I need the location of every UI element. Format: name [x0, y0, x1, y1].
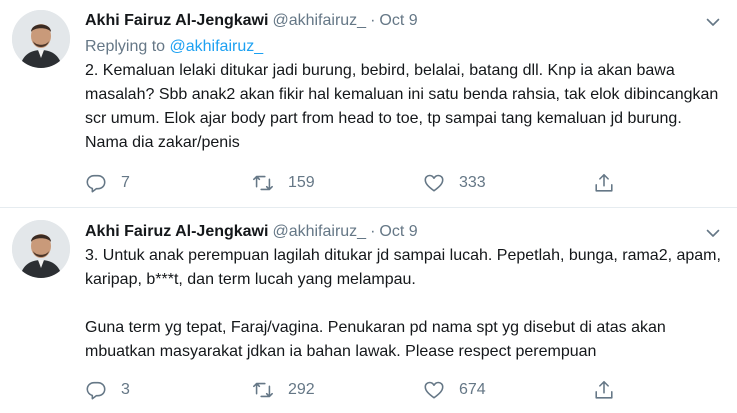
avatar[interactable] — [12, 10, 70, 68]
like-count: 674 — [459, 381, 486, 398]
retweet-button[interactable]: 292 — [252, 378, 315, 402]
tweet-header: Akhi Fairuz Al-Jengkawi @akhifairuz_ · Oct … — [85, 10, 723, 32]
tweet-date[interactable]: Oct 9 — [379, 12, 417, 29]
separator-dot: · — [370, 223, 376, 240]
tweet[interactable]: Akhi Fairuz Al-Jengkawi @akhifairuz_ · Oct … — [0, 0, 737, 208]
user-handle[interactable]: @akhifairuz_ — [272, 223, 366, 240]
retweet-icon — [253, 175, 273, 191]
user-handle[interactable]: @akhifairuz_ — [272, 12, 366, 29]
share-button[interactable] — [593, 171, 615, 195]
like-button[interactable]: 674 — [423, 378, 486, 402]
replying-to-label: Replying to — [85, 38, 170, 55]
reply-button[interactable]: 3 — [85, 378, 130, 402]
tweet-content: Akhi Fairuz Al-Jengkawi @akhifairuz_ · Oct … — [85, 10, 723, 155]
tweet-text: 3. Untuk anak perempuan lagilah ditukar … — [85, 247, 721, 360]
heart-icon — [424, 381, 444, 399]
reply-count: 7 — [121, 174, 130, 191]
chevron-down-icon[interactable] — [705, 14, 721, 30]
reply-count: 3 — [121, 381, 130, 398]
display-name[interactable]: Akhi Fairuz Al-Jengkawi — [85, 12, 268, 29]
share-button[interactable] — [593, 378, 615, 402]
retweet-icon — [253, 382, 273, 398]
share-icon — [595, 380, 613, 399]
reply-button[interactable]: 7 — [85, 171, 130, 195]
tweet-actions: 3 292 674 — [85, 378, 625, 402]
reply-icon — [86, 381, 106, 400]
tweet-thread: Akhi Fairuz Al-Jengkawi @akhifairuz_ · Oct … — [0, 0, 737, 413]
reply-mention-link[interactable]: @akhifairuz_ — [170, 38, 264, 55]
retweet-button[interactable]: 159 — [252, 171, 315, 195]
reply-icon — [86, 174, 106, 193]
share-icon — [595, 173, 613, 192]
retweet-count: 159 — [288, 174, 315, 191]
chevron-down-icon[interactable] — [705, 225, 721, 241]
tweet-text: 2. Kemaluan lelaki ditukar jadi burung, … — [85, 62, 723, 151]
tweet-header: Akhi Fairuz Al-Jengkawi @akhifairuz_ · Oct … — [85, 221, 723, 243]
like-button[interactable]: 333 — [423, 171, 486, 195]
separator-dot: · — [370, 12, 376, 29]
replying-to: Replying to @akhifairuz_ — [85, 36, 723, 58]
heart-icon — [424, 174, 444, 192]
display-name[interactable]: Akhi Fairuz Al-Jengkawi — [85, 223, 268, 240]
tweet[interactable]: Akhi Fairuz Al-Jengkawi @akhifairuz_ · Oct … — [0, 209, 737, 413]
tweet-actions: 7 159 333 — [85, 171, 625, 195]
avatar[interactable] — [12, 220, 70, 278]
tweet-content: Akhi Fairuz Al-Jengkawi @akhifairuz_ · Oct … — [85, 221, 723, 364]
like-count: 333 — [459, 174, 486, 191]
tweet-date[interactable]: Oct 9 — [379, 223, 417, 240]
retweet-count: 292 — [288, 381, 315, 398]
